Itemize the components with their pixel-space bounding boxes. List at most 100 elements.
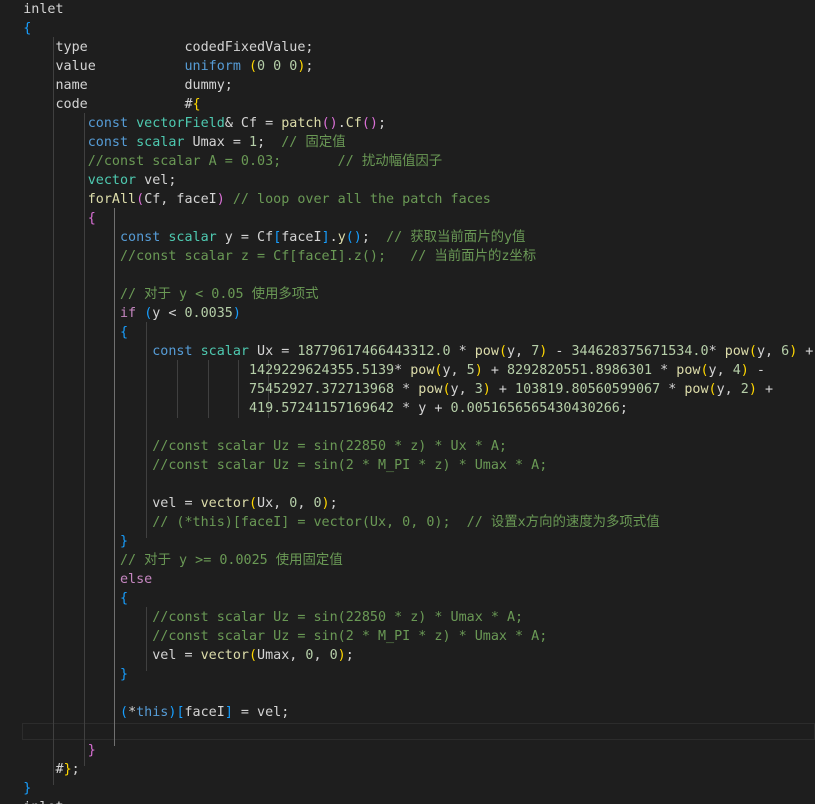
code-token: * [450,344,475,359]
code-line[interactable]: 1429229624355.5139* pow(y, 5) + 82928205… [0,361,806,380]
code-line[interactable]: //const scalar Uz = sin(2 * M_PI * z) * … [0,627,806,646]
code-line[interactable]: { [0,323,806,342]
code-token: * [660,382,685,397]
code-line[interactable]: else [0,570,806,589]
code-line[interactable]: } [0,665,806,684]
code-token: 1 [249,135,258,150]
code-token: 0 [313,496,322,511]
code-token: ) [321,496,330,511]
code-token: ) [482,382,491,397]
code-token: () [345,230,362,245]
code-token: vel = [0,648,201,663]
code-token: // (*this)[faceI] = vector(Ux, 0, 0); //… [0,515,660,530]
code-token: 0 0 0 [257,59,298,74]
code-token: 8292820551.8986301 [506,363,653,378]
code-line[interactable]: } [0,779,806,798]
code-line[interactable]: vel = vector(Ux, 0, 0); [0,494,806,513]
code-line[interactable]: //const scalar A = 0.03; // 扰动幅值因子 [0,152,806,171]
code-line[interactable]: // 对于 y < 0.05 使用多项式 [0,285,806,304]
code-token: const [87,135,129,150]
code-line[interactable]: const vectorField& Cf = patch().Cf(); [0,114,806,133]
code-token: vel = [0,496,201,511]
code-line[interactable]: vector vel; [0,171,806,190]
code-token: y, [442,363,467,378]
code-token: pow [474,344,499,359]
code-line[interactable]: { [0,589,806,608]
code-line[interactable]: code #{ [0,95,806,114]
code-line[interactable]: { [0,19,806,38]
code-line[interactable]: value uniform (0 0 0); [0,57,806,76]
code-line[interactable]: //const scalar Uz = sin(2 * M_PI * z) * … [0,456,806,475]
code-token: //const scalar Uz = sin(2 * M_PI * z) * … [0,458,548,473]
code-line[interactable] [0,266,806,285]
code-token: ; [257,135,282,150]
code-line[interactable] [0,475,806,494]
code-line[interactable]: const scalar y = Cf[faceI].y(); // 获取当前面… [0,228,806,247]
code-token: } [63,762,72,777]
code-token: // 对于 y >= 0.0025 使用固定值 [0,553,343,568]
code-line[interactable] [0,418,806,437]
code-line[interactable] [0,684,806,703]
code-line[interactable]: 419.57241157169642 * y + 0.0051656565430… [0,399,806,418]
code-line[interactable]: // (*this)[faceI] = vector(Ux, 0, 0); //… [0,513,806,532]
code-token: ( [442,382,451,397]
code-line[interactable]: (*this)[faceI] = vel; [0,703,806,722]
code-token: pow [410,363,435,378]
code-line[interactable]: } [0,532,806,551]
code-line[interactable]: // 对于 y >= 0.0025 使用固定值 [0,551,806,570]
code-line[interactable]: type codedFixedValue; [0,38,806,57]
code-token: () [361,116,378,131]
code-line[interactable]: const scalar Umax = 1; // 固定值 [0,133,806,152]
code-line[interactable]: //const scalar Uz = sin(22850 * z) * Ux … [0,437,806,456]
code-token: const [120,230,161,245]
code-line[interactable]: forAll(Cf, faceI) // loop over all the p… [0,190,806,209]
code-line[interactable]: 75452927.372713968 * pow(y, 3) + 103819.… [0,380,806,399]
code-line[interactable]: } [0,741,806,760]
code-token: y, [716,382,741,397]
code-line[interactable]: #}; [0,760,806,779]
code-line[interactable]: if (y < 0.0035) [0,304,806,323]
code-token: [ [176,705,185,720]
code-line[interactable]: vel = vector(Umax, 0, 0); [0,646,806,665]
code-token: 344628375671534.0 [571,344,709,359]
code-token: 5 [466,363,475,378]
code-line[interactable]: const scalar Ux = 18779617466443312.0 * … [0,342,813,361]
code-line[interactable]: //const scalar z = Cf[faceI].z(); // 当前面… [0,247,806,266]
code-line[interactable] [0,722,806,741]
code-token: . [329,230,338,245]
code-token: // loop over all the patch faces [232,192,491,207]
code-token: vel; [136,173,177,188]
code-token: { [120,591,129,606]
code-line[interactable]: //const scalar Uz = sin(22850 * z) * Uma… [0,608,806,627]
code-token: , [297,496,314,511]
code-token: 1429229624355.5139 [248,363,395,378]
code-token: y = Cf [216,230,274,245]
code-token: 2 [740,382,749,397]
code-token: 0.0035 [184,306,233,321]
code-line[interactable]: inlet [0,0,806,19]
code-token: Umax, [257,648,306,663]
code-token: ( [748,344,757,359]
code-token: ( [248,496,258,511]
code-line[interactable]: name dummy; [0,76,806,95]
code-token: ; [305,59,314,74]
code-editor[interactable]: inlet { type codedFixedValue; value unif… [0,0,815,804]
code-line[interactable]: inlet [0,798,806,804]
code-token: scalar [168,230,217,245]
code-token: 18779617466443312.0 [297,344,451,359]
code-token: const [152,344,193,359]
code-line[interactable]: { [0,209,806,228]
code-token: * y + [394,401,451,416]
code-token: 75452927.372713968 [248,382,395,397]
